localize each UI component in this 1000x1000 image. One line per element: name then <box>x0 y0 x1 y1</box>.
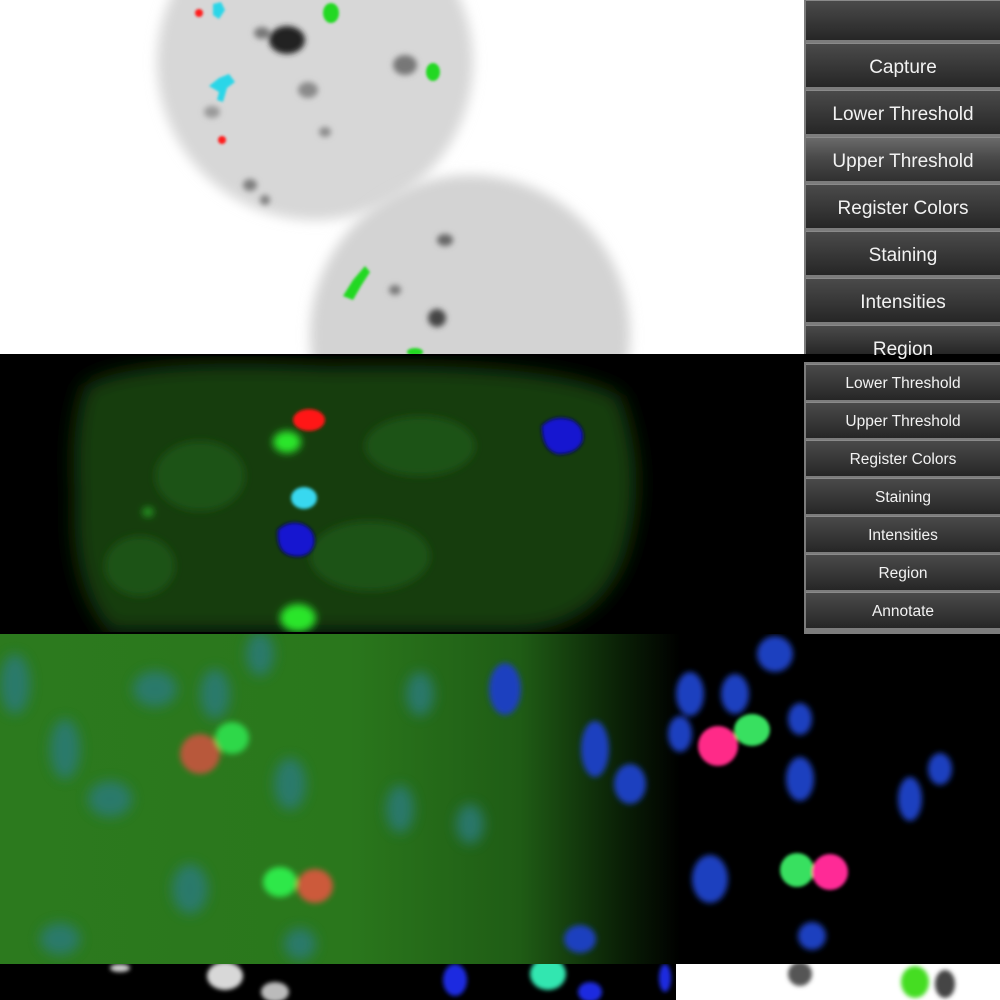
dark-chromatin <box>437 234 453 246</box>
chromosome <box>110 964 130 972</box>
chromosome <box>676 672 704 716</box>
dark-chromatin <box>428 309 446 327</box>
green-probe-signal <box>734 714 770 746</box>
dark-chromatin <box>393 55 417 75</box>
tool-menu-top: Capture Lower Threshold Upper Threshold … <box>804 0 1000 360</box>
chromosome <box>935 970 955 998</box>
green-probe-signal <box>426 63 440 81</box>
red-probe-signal <box>180 734 220 774</box>
chromosome <box>261 982 289 1000</box>
dark-chromatin <box>269 26 305 54</box>
chromatin-texture <box>310 521 430 591</box>
register-colors-button[interactable]: Register Colors <box>806 440 1000 476</box>
chromosome-strip-image <box>110 964 1000 1000</box>
chromosome <box>0 654 30 714</box>
red-probe-signal <box>293 409 325 431</box>
chromosome <box>898 777 922 821</box>
grayscale-nucleus-image <box>157 0 630 354</box>
chromosome <box>489 663 521 715</box>
chromosome <box>614 764 646 804</box>
chromosome <box>788 703 812 735</box>
chromosome <box>798 922 826 950</box>
fish-nucleus-image <box>73 363 637 632</box>
green-probe-signal <box>280 604 316 632</box>
chromosome <box>200 669 230 719</box>
chromosome <box>406 672 434 716</box>
intensities-button[interactable]: Intensities <box>806 278 1000 322</box>
cyan-probe-signal <box>291 487 317 509</box>
lower-threshold-button[interactable]: Lower Threshold <box>806 364 1000 400</box>
chromatin-texture <box>365 416 475 476</box>
upper-threshold-button[interactable]: Upper Threshold <box>806 402 1000 438</box>
red-probe-signal <box>195 9 203 17</box>
chromosome <box>40 923 80 955</box>
chromosome <box>456 804 484 844</box>
metaphase-spread-image <box>0 634 952 960</box>
menu-button-blank[interactable] <box>806 0 1000 40</box>
blue-probe-signal <box>276 521 316 558</box>
chromosome <box>133 671 177 707</box>
tool-menu-middle: Lower Threshold Upper Threshold Register… <box>804 362 1000 634</box>
annotate-button[interactable]: Annotate <box>806 592 1000 628</box>
chromosome <box>274 758 306 810</box>
dark-chromatin <box>389 285 401 295</box>
upper-threshold-button[interactable]: Upper Threshold <box>806 137 1000 181</box>
chromosome <box>246 634 274 676</box>
chromosome <box>786 757 814 801</box>
magenta-probe-signal <box>698 726 738 766</box>
dark-chromatin <box>298 82 318 98</box>
chromosome <box>207 964 243 990</box>
green-probe-signal <box>780 853 814 887</box>
chromosome <box>530 964 566 990</box>
chromosome <box>88 781 132 817</box>
chromosome <box>578 982 602 1000</box>
chromosome <box>901 966 929 998</box>
dark-chromatin <box>260 195 270 205</box>
green-probe-signal <box>323 3 339 23</box>
capture-button[interactable]: Capture <box>806 43 1000 87</box>
region-button[interactable]: Region <box>806 554 1000 590</box>
chromosome <box>564 925 596 953</box>
nucleus-green-stain <box>73 363 637 632</box>
green-probe-signal <box>263 867 297 897</box>
magenta-probe-signal <box>812 854 848 890</box>
blue-probe-signal <box>540 417 584 456</box>
red-probe-signal <box>297 869 333 903</box>
dark-chromatin <box>243 179 257 191</box>
chromosome <box>50 719 80 779</box>
red-probe-signal <box>218 136 226 144</box>
chromosome <box>284 928 316 960</box>
green-probe-signal <box>273 431 301 453</box>
chromosome <box>581 721 609 777</box>
staining-button[interactable]: Staining <box>806 231 1000 275</box>
dark-chromatin <box>254 27 270 39</box>
region-button[interactable]: Region <box>806 325 1000 360</box>
chromosome <box>443 964 467 996</box>
chromosome <box>757 636 793 672</box>
chromosome <box>721 674 749 714</box>
dark-chromatin <box>204 106 220 118</box>
grayscale-nucleus-view <box>0 0 804 354</box>
green-probe-signal <box>143 508 153 516</box>
chromosome-strip-view <box>0 964 1000 1000</box>
dark-chromatin <box>319 127 331 137</box>
fish-nucleus-view <box>0 356 804 632</box>
chromosome <box>668 716 692 752</box>
chromosome <box>659 964 671 992</box>
chromosome <box>172 864 208 914</box>
lower-threshold-button[interactable]: Lower Threshold <box>806 90 1000 134</box>
chromatin-texture <box>105 536 175 596</box>
chromosome <box>692 855 728 903</box>
register-colors-button[interactable]: Register Colors <box>806 184 1000 228</box>
intensities-button[interactable]: Intensities <box>806 516 1000 552</box>
chromatin-texture <box>155 441 245 511</box>
chromosome <box>928 753 952 785</box>
staining-button[interactable]: Staining <box>806 478 1000 514</box>
metaphase-spread-view <box>0 634 1000 964</box>
chromosome <box>386 785 414 833</box>
green-probe-signal <box>215 722 249 754</box>
